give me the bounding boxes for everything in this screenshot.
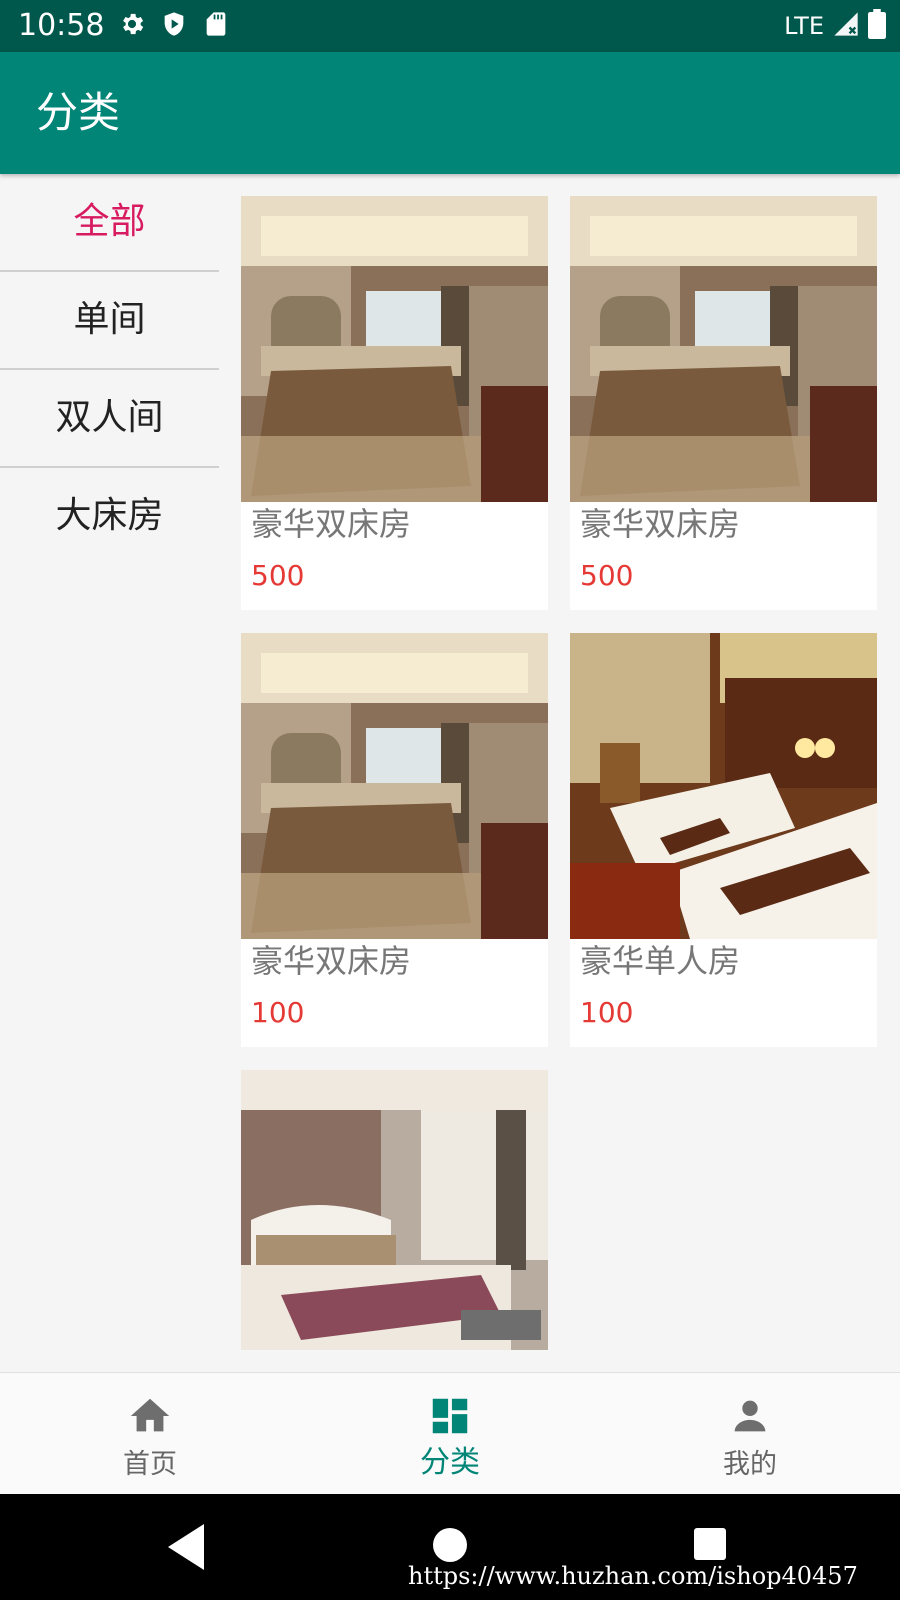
battery-icon	[868, 9, 886, 43]
room-name: 豪华双床房	[251, 505, 412, 543]
nav-item-category[interactable]: 分类	[300, 1373, 600, 1495]
room-name: 豪华双床房	[580, 505, 741, 543]
room-card[interactable]: 豪华双床房 500	[570, 196, 877, 610]
back-icon[interactable]	[168, 1524, 208, 1574]
sidebar-item-double[interactable]: 双人间	[0, 370, 219, 468]
room-price: 500	[251, 559, 305, 592]
status-time: 10:58	[18, 8, 105, 43]
home-icon	[127, 1393, 173, 1439]
nav-label: 我的	[723, 1449, 777, 1480]
bottom-navigation: 首页 分类 我的	[0, 1372, 900, 1495]
nav-label: 分类	[420, 1445, 480, 1480]
app-bar: 分类	[0, 52, 900, 174]
sidebar-item-single[interactable]: 单间	[0, 272, 219, 370]
room-photo	[241, 633, 548, 939]
room-price: 100	[580, 996, 634, 1029]
room-card[interactable]: 豪华双床房 500	[241, 196, 548, 610]
watermark-text: https://www.huzhan.com/ishop40457	[408, 1562, 858, 1590]
room-photo	[570, 196, 877, 502]
sidebar-item-all[interactable]: 全部	[0, 174, 219, 272]
room-price: 100	[251, 996, 305, 1029]
status-bar: 10:58 LTE	[0, 0, 900, 52]
room-photo	[241, 1070, 548, 1350]
sidebar-item-king[interactable]: 大床房	[0, 468, 219, 564]
room-name: 豪华单人房	[580, 942, 741, 980]
signal-icon	[832, 10, 860, 42]
page-title: 分类	[36, 88, 121, 137]
sd-card-icon	[202, 10, 230, 42]
room-name: 豪华双床房	[251, 942, 412, 980]
category-sidebar: 全部 单间 双人间 大床房	[0, 174, 219, 564]
room-photo	[241, 196, 548, 502]
room-card[interactable]	[241, 1070, 548, 1350]
room-photo	[570, 633, 877, 939]
nav-item-mine[interactable]: 我的	[600, 1373, 900, 1495]
nav-label: 首页	[123, 1449, 177, 1480]
room-price: 500	[580, 559, 634, 592]
room-card[interactable]: 豪华双床房 100	[241, 633, 548, 1047]
shield-icon	[160, 10, 188, 42]
status-icons	[118, 10, 230, 42]
settings-icon	[118, 10, 146, 42]
room-card[interactable]: 豪华单人房 100	[570, 633, 877, 1047]
dashboard-icon	[427, 1393, 473, 1439]
status-right: LTE	[784, 8, 886, 44]
nav-item-home[interactable]: 首页	[0, 1373, 300, 1495]
person-icon	[727, 1393, 773, 1439]
network-type: LTE	[784, 12, 824, 40]
